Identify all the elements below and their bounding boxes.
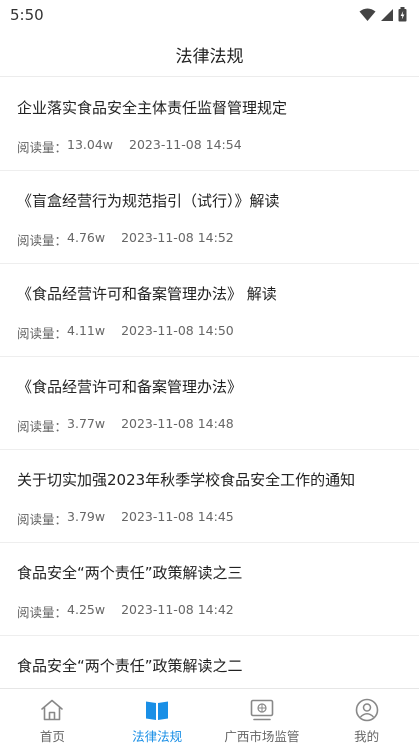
tab-guangxi-market[interactable]: 广西市场监管 <box>210 689 315 745</box>
article-title: 《食品经营许可和备案管理办法》 解读 <box>17 285 277 303</box>
user-icon <box>355 698 378 722</box>
article-title: 食品安全“两个责任”政策解读之二 <box>17 657 243 675</box>
read-count: 4.25w <box>67 602 106 617</box>
home-icon <box>41 699 64 721</box>
read-count-label: 阅读量： <box>17 419 68 434</box>
app-header: 法律法规 <box>0 30 419 77</box>
article-title: 关于切实加强2023年秋季学校食品安全工作的通知 <box>17 471 356 489</box>
bottom-tab-bar: 首页 法律法规 广西市场监管 我的 <box>0 688 419 745</box>
article-title: 企业落实食品安全主体责任监督管理规定 <box>17 99 288 117</box>
monitor-icon <box>250 699 274 721</box>
article-date: 2023-11-08 14:42 <box>121 602 234 617</box>
article-meta: 阅读量： 4.11w 2023-11-08 14:50 <box>17 323 234 342</box>
status-icons <box>359 7 407 22</box>
article-meta: 阅读量： 4.76w 2023-11-08 14:52 <box>17 230 234 249</box>
read-count: 3.79w <box>67 509 106 524</box>
article-item[interactable]: 关于切实加强2023年秋季学校食品安全工作的通知 阅读量： 3.79w 2023-… <box>0 450 419 543</box>
article-item[interactable]: 企业落实食品安全主体责任监督管理规定 阅读量： 13.04w 2023-11-08… <box>0 78 419 171</box>
read-count-label: 阅读量： <box>17 326 68 341</box>
tab-label: 首页 <box>39 729 65 744</box>
article-date: 2023-11-08 14:52 <box>121 230 234 245</box>
article-date: 2023-11-08 14:54 <box>129 137 242 152</box>
status-time: 5:50 <box>10 6 44 24</box>
read-count: 13.04w <box>67 137 114 152</box>
article-item[interactable]: 《盲盒经营行为规范指引（试行）》解读 阅读量： 4.76w 2023-11-08 … <box>0 171 419 264</box>
read-count: 3.77w <box>67 416 106 431</box>
tab-label: 法律法规 <box>132 729 183 744</box>
wifi-icon <box>359 8 376 21</box>
article-item[interactable]: 《食品经营许可和备案管理办法》 阅读量： 3.77w 2023-11-08 14:… <box>0 357 419 450</box>
tab-label: 广西市场监管 <box>224 729 300 744</box>
status-bar: 5:50 <box>0 0 419 30</box>
article-item[interactable]: 食品安全“两个责任”政策解读之三 阅读量： 4.25w 2023-11-08 14… <box>0 543 419 636</box>
article-meta: 阅读量： 3.77w 2023-11-08 14:48 <box>17 416 234 435</box>
read-count-label: 阅读量： <box>17 512 68 527</box>
article-meta: 阅读量： 3.79w 2023-11-08 14:45 <box>17 509 234 528</box>
page-title: 法律法规 <box>175 47 244 67</box>
read-count: 4.76w <box>67 230 106 245</box>
article-list[interactable]: 企业落实食品安全主体责任监督管理规定 阅读量： 13.04w 2023-11-08… <box>0 78 419 688</box>
article-meta: 阅读量： 13.04w 2023-11-08 14:54 <box>17 137 242 156</box>
battery-icon <box>398 7 407 22</box>
article-title: 食品安全“两个责任”政策解读之三 <box>17 564 243 582</box>
signal-icon <box>381 8 393 21</box>
read-count: 4.11w <box>67 323 106 338</box>
article-title: 《盲盒经营行为规范指引（试行）》解读 <box>17 192 280 210</box>
read-count-label: 阅读量： <box>17 605 68 620</box>
article-title: 《食品经营许可和备案管理办法》 <box>17 378 243 396</box>
article-date: 2023-11-08 14:45 <box>121 509 234 524</box>
book-icon <box>146 701 169 720</box>
tab-home[interactable]: 首页 <box>0 689 105 745</box>
read-count-label: 阅读量： <box>17 140 68 155</box>
tab-mine[interactable]: 我的 <box>314 689 419 745</box>
article-date: 2023-11-08 14:50 <box>121 323 234 338</box>
tab-laws[interactable]: 法律法规 <box>105 689 210 745</box>
article-item[interactable]: 《食品经营许可和备案管理办法》 解读 阅读量： 4.11w 2023-11-08 … <box>0 264 419 357</box>
tab-label: 我的 <box>354 729 380 744</box>
read-count-label: 阅读量： <box>17 233 68 248</box>
article-item[interactable]: 食品安全“两个责任”政策解读之二 <box>0 636 419 688</box>
article-meta: 阅读量： 4.25w 2023-11-08 14:42 <box>17 602 234 621</box>
article-date: 2023-11-08 14:48 <box>121 416 234 431</box>
